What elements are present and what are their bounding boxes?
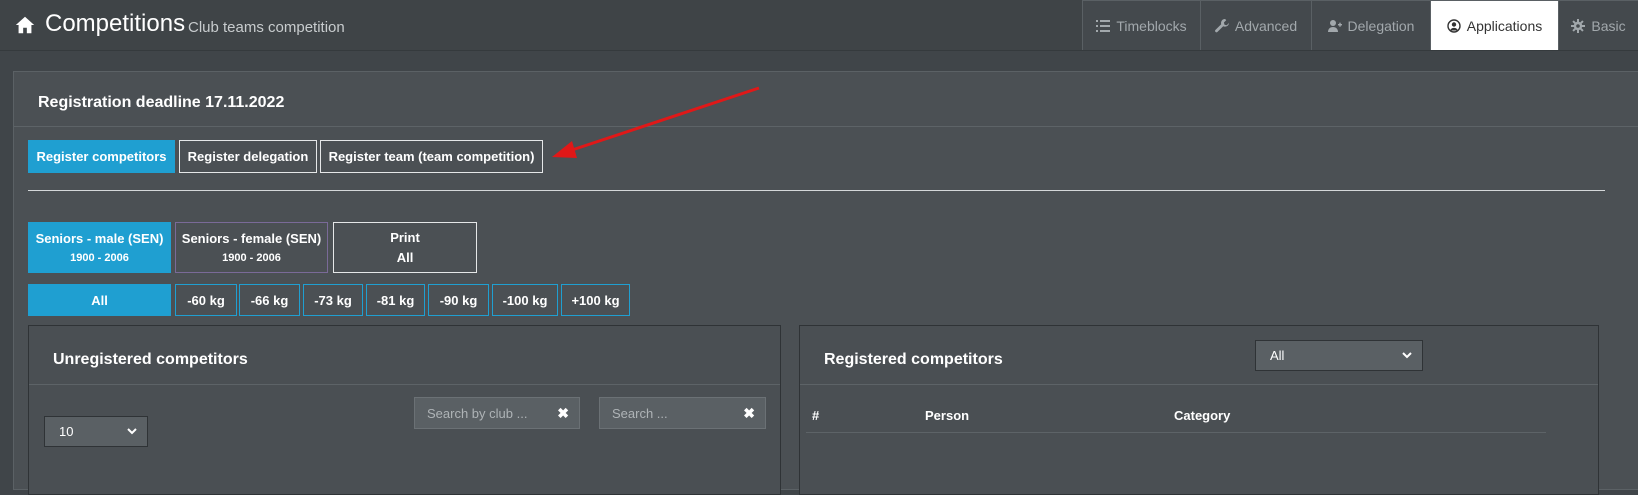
box-divider xyxy=(29,384,780,385)
registered-filter-select[interactable]: All xyxy=(1255,340,1423,371)
page-size-value: 10 xyxy=(59,424,74,439)
page-subtitle: Club teams competition xyxy=(188,19,345,36)
user-circle-icon xyxy=(1447,18,1461,33)
column-header-category[interactable]: Category xyxy=(1174,408,1230,423)
registered-title: Registered competitors xyxy=(824,351,1003,368)
search-by-club-input[interactable]: Search by club ... ✖ xyxy=(414,397,580,429)
category-years: 1900 - 2006 xyxy=(70,252,129,264)
tab-timeblocks[interactable]: Timeblocks xyxy=(1082,0,1200,50)
tab-applications[interactable]: Applications xyxy=(1430,0,1558,50)
unregistered-competitors-box: Unregistered competitors Search by club … xyxy=(28,325,781,495)
search-input[interactable]: Search ... ✖ xyxy=(599,397,766,429)
header-divider xyxy=(14,126,1638,127)
print-all-button[interactable]: Print All xyxy=(333,222,477,273)
weight-filter-90[interactable]: -90 kg xyxy=(428,284,489,316)
registration-deadline: Registration deadline 17.11.2022 xyxy=(38,94,285,111)
tab-delegation[interactable]: Delegation xyxy=(1311,0,1430,50)
weight-filter-60[interactable]: -60 kg xyxy=(175,284,237,316)
column-header-person[interactable]: Person xyxy=(925,408,969,423)
home-icon[interactable] xyxy=(14,14,36,36)
print-label: Print xyxy=(390,230,420,245)
tab-basic[interactable]: Basic xyxy=(1558,0,1638,50)
page-size-select[interactable]: 10 xyxy=(44,416,148,447)
weight-filter-66[interactable]: -66 kg xyxy=(239,284,300,316)
top-tabs: Timeblocks Advanced Delegation Applicati… xyxy=(1082,0,1638,50)
page-title: Competitions xyxy=(45,10,186,37)
list-icon xyxy=(1096,19,1111,32)
category-seniors-female[interactable]: Seniors - female (SEN) 1900 - 2006 xyxy=(175,222,328,273)
tab-label: Basic xyxy=(1591,17,1626,34)
table-header-divider xyxy=(806,432,1546,433)
category-seniors-male[interactable]: Seniors - male (SEN) 1900 - 2006 xyxy=(28,222,171,273)
tab-label: Delegation xyxy=(1347,17,1415,34)
column-header-number[interactable]: # xyxy=(812,408,819,423)
wrench-icon xyxy=(1214,18,1229,32)
weight-filter-73[interactable]: -73 kg xyxy=(303,284,363,316)
category-label: Seniors - female (SEN) xyxy=(181,231,322,246)
registered-competitors-box: Registered competitors All # Person Cate… xyxy=(799,325,1599,495)
top-bar: Competitions Club teams competition Time… xyxy=(0,0,1638,51)
user-plus-icon xyxy=(1327,19,1342,32)
clear-club-search-icon[interactable]: ✖ xyxy=(557,405,569,422)
category-label: Seniors - male (SEN) xyxy=(35,231,164,246)
unregistered-title: Unregistered competitors xyxy=(53,351,248,368)
category-years: 1900 - 2006 xyxy=(222,252,281,264)
register-competitors-button[interactable]: Register competitors xyxy=(28,140,175,173)
weight-filter-100[interactable]: -100 kg xyxy=(492,284,558,316)
print-sub-label: All xyxy=(396,250,414,265)
box-divider xyxy=(800,384,1598,385)
clear-search-icon[interactable]: ✖ xyxy=(743,405,755,422)
chevron-down-icon xyxy=(1402,352,1412,359)
register-delegation-button[interactable]: Register delegation xyxy=(179,140,317,173)
register-team-button[interactable]: Register team (team competition) xyxy=(320,140,543,173)
tab-label: Timeblocks xyxy=(1116,17,1187,34)
applications-panel: Registration deadline 17.11.2022 Registe… xyxy=(13,71,1638,495)
tab-advanced[interactable]: Advanced xyxy=(1200,0,1311,50)
registered-filter-value: All xyxy=(1270,348,1285,363)
weight-filter-all[interactable]: All xyxy=(28,284,171,316)
search-placeholder: Search ... xyxy=(612,405,668,421)
weight-filter-81[interactable]: -81 kg xyxy=(366,284,425,316)
gear-icon xyxy=(1571,18,1586,33)
tab-label: Applications xyxy=(1466,17,1543,34)
section-divider xyxy=(28,190,1605,191)
search-by-club-placeholder: Search by club ... xyxy=(427,405,528,421)
tab-label: Advanced xyxy=(1234,17,1298,34)
weight-filter-100-plus[interactable]: +100 kg xyxy=(561,284,630,316)
chevron-down-icon xyxy=(127,428,137,435)
